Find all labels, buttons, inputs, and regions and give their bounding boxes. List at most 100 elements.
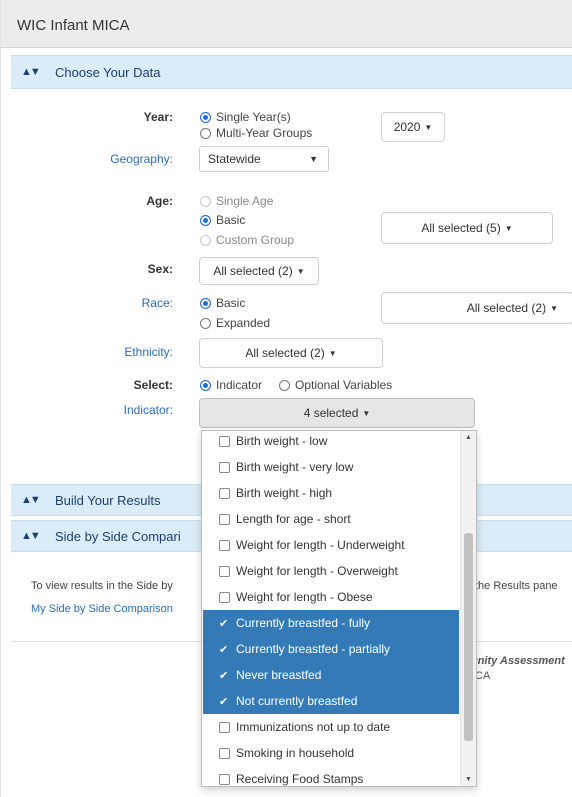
indicator-option-label: Birth weight - very low bbox=[236, 460, 354, 474]
indicator-option-label: Receiving Food Stamps bbox=[236, 772, 364, 786]
indicator-option-label: Birth weight - low bbox=[236, 434, 328, 448]
indicator-option-label: Weight for length - Underweight bbox=[236, 538, 405, 552]
radio-checked-icon bbox=[200, 379, 211, 391]
indicator-option[interactable]: Weight for length - Overweight bbox=[203, 558, 459, 584]
indicator-option-label: Not currently breastfed bbox=[236, 694, 358, 708]
indicator-option[interactable]: Birth weight - low bbox=[203, 431, 459, 454]
year-dropdown[interactable]: 2020 ▼ bbox=[381, 112, 445, 142]
checkmark-icon: ✔ bbox=[219, 617, 229, 630]
radio-checked-icon bbox=[200, 214, 211, 226]
expand-collapse-icon: ▲▼ bbox=[21, 66, 41, 78]
age-dropdown[interactable]: All selected (5) ▼ bbox=[381, 212, 553, 244]
age-label: Age: bbox=[146, 194, 173, 208]
race-label[interactable]: Race: bbox=[101, 296, 173, 310]
ethnicity-dropdown[interactable]: All selected (2) ▼ bbox=[199, 338, 383, 368]
indicator-option[interactable]: Weight for length - Underweight bbox=[203, 532, 459, 558]
checkbox-icon bbox=[219, 565, 230, 577]
geography-label[interactable]: Geography: bbox=[61, 152, 173, 166]
select-optional-option[interactable]: Optional Variables bbox=[279, 378, 392, 392]
section-build-label: Build Your Results bbox=[55, 492, 161, 508]
side-by-side-text: To view results in the Side by bbox=[31, 580, 173, 592]
footer-note: unity Assessment bbox=[471, 655, 565, 667]
caret-down-icon: ▼ bbox=[504, 223, 513, 233]
checkmark-icon: ✔ bbox=[219, 669, 229, 682]
indicator-option[interactable]: Length for age - short bbox=[203, 506, 459, 532]
indicator-option[interactable]: ✔ Not currently breastfed bbox=[203, 688, 459, 714]
checkbox-icon bbox=[219, 513, 230, 525]
race-dropdown[interactable]: All selected (2) ▼ bbox=[381, 292, 572, 324]
radio-checked-icon bbox=[200, 111, 211, 123]
race-basic-option[interactable]: Basic bbox=[200, 296, 245, 310]
section-choose-label: Choose Your Data bbox=[55, 64, 161, 80]
checkbox-icon bbox=[219, 539, 230, 551]
indicator-dropdown-list[interactable]: Birth weight - low Birth weight - very lo… bbox=[201, 430, 477, 787]
ethnicity-label[interactable]: Ethnicity: bbox=[81, 345, 173, 359]
radio-icon bbox=[200, 317, 211, 329]
checkbox-icon bbox=[219, 721, 230, 733]
indicator-label[interactable]: Indicator: bbox=[81, 403, 173, 417]
expand-collapse-icon: ▲▼ bbox=[21, 530, 41, 542]
caret-down-icon: ▼ bbox=[328, 348, 337, 358]
indicator-option[interactable]: Weight for length - Obese bbox=[203, 584, 459, 610]
scroll-up-icon[interactable]: ▲ bbox=[465, 434, 472, 441]
indicator-option[interactable]: ✔ Currently breastfed - partially bbox=[203, 636, 459, 662]
indicator-option[interactable]: ✔ Never breastfed bbox=[203, 662, 459, 688]
indicator-option-label: Immunizations not up to date bbox=[236, 720, 391, 734]
caret-down-icon: ▼ bbox=[362, 408, 371, 418]
radio-icon bbox=[200, 195, 211, 207]
indicator-option-label: Birth weight - high bbox=[236, 486, 333, 500]
app-title: WIC Infant MICA bbox=[17, 17, 130, 34]
indicator-option-label: Length for age - short bbox=[236, 512, 351, 526]
indicator-option-label: Currently breastfed - partially bbox=[236, 642, 391, 656]
indicator-option[interactable]: Immunizations not up to date bbox=[203, 714, 459, 740]
side-by-side-link[interactable]: My Side by Side Comparison bbox=[31, 603, 173, 615]
age-custom-option[interactable]: Custom Group bbox=[200, 233, 294, 247]
select-indicator-option[interactable]: Indicator bbox=[200, 378, 262, 392]
caret-down-icon: ▼ bbox=[424, 122, 433, 132]
indicator-option-label: Never breastfed bbox=[236, 668, 322, 682]
caret-down-icon: ▼ bbox=[550, 303, 558, 313]
radio-icon bbox=[279, 379, 290, 391]
title-bar: WIC Infant MICA bbox=[1, 0, 572, 48]
scroll-down-icon[interactable]: ▼ bbox=[465, 776, 472, 783]
indicator-option[interactable]: Birth weight - very low bbox=[203, 454, 459, 480]
indicator-option[interactable]: Receiving Food Stamps bbox=[203, 766, 459, 786]
year-multi-option[interactable]: Multi-Year Groups bbox=[200, 126, 312, 140]
checkmark-icon: ✔ bbox=[219, 643, 229, 656]
indicator-option-label: Smoking in household bbox=[236, 746, 355, 760]
radio-icon bbox=[200, 234, 211, 246]
indicator-option[interactable]: Birth weight - high bbox=[203, 480, 459, 506]
checkbox-icon bbox=[219, 591, 230, 603]
app-frame: WIC Infant MICA ▲▼ Choose Your Data Year… bbox=[0, 0, 572, 797]
year-single-option[interactable]: Single Year(s) bbox=[200, 110, 291, 124]
section-choose-data[interactable]: ▲▼ Choose Your Data bbox=[11, 55, 572, 89]
side-by-side-text-right: the Results pane bbox=[475, 580, 558, 592]
indicator-option-label: Weight for length - Overweight bbox=[236, 564, 398, 578]
radio-icon bbox=[200, 127, 211, 139]
age-basic-option[interactable]: Basic bbox=[200, 213, 245, 227]
scrollbar-thumb[interactable] bbox=[464, 533, 473, 741]
checkbox-icon bbox=[219, 747, 230, 759]
race-expanded-option[interactable]: Expanded bbox=[200, 316, 270, 330]
radio-checked-icon bbox=[200, 297, 211, 309]
chevron-down-icon: ▼ bbox=[309, 154, 318, 164]
footer-note-2: CA bbox=[475, 670, 491, 682]
checkbox-icon bbox=[219, 773, 230, 785]
geography-select[interactable]: Statewide ▼ bbox=[199, 146, 329, 172]
indicator-option[interactable]: Smoking in household bbox=[203, 740, 459, 766]
sex-dropdown[interactable]: All selected (2) ▼ bbox=[199, 257, 319, 285]
select-label: Select: bbox=[133, 378, 173, 392]
indicator-option[interactable]: ✔ Currently breastfed - fully bbox=[203, 610, 459, 636]
checkbox-icon bbox=[219, 487, 230, 499]
indicator-dropdown[interactable]: 4 selected ▼ bbox=[199, 398, 475, 428]
expand-collapse-icon: ▲▼ bbox=[21, 494, 41, 506]
sex-label: Sex: bbox=[147, 262, 173, 276]
indicator-option-label: Currently breastfed - fully bbox=[236, 616, 371, 630]
caret-down-icon: ▼ bbox=[296, 266, 305, 276]
year-label: Year: bbox=[143, 110, 173, 124]
scrollbar[interactable]: ▲ ▼ bbox=[460, 431, 476, 786]
checkmark-icon: ✔ bbox=[219, 695, 229, 708]
age-single-option[interactable]: Single Age bbox=[200, 194, 273, 208]
checkbox-icon bbox=[219, 461, 230, 473]
indicator-option-label: Weight for length - Obese bbox=[236, 590, 373, 604]
